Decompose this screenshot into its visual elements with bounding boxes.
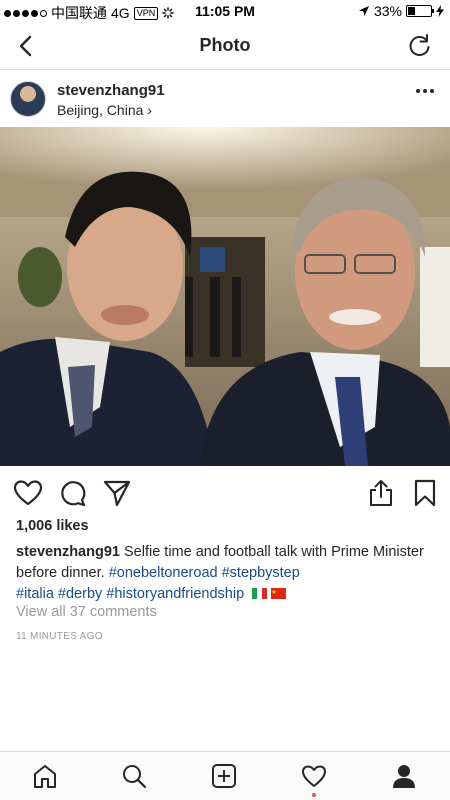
- hashtag[interactable]: #stepbystep: [222, 565, 300, 581]
- caption-username[interactable]: stevenzhang91: [16, 544, 120, 560]
- battery-level: [408, 7, 416, 15]
- hashtag[interactable]: #derby: [58, 586, 102, 602]
- refresh-button[interactable]: [406, 32, 434, 60]
- bookmark-button[interactable]: [410, 478, 440, 508]
- post-username[interactable]: stevenzhang91: [57, 82, 165, 99]
- more-dot: [423, 89, 427, 93]
- comment-button[interactable]: [58, 478, 88, 508]
- profile-tab-icon[interactable]: [391, 763, 417, 789]
- china-flag-icon: [271, 588, 287, 599]
- home-tab-icon[interactable]: [32, 763, 58, 789]
- battery-icon: [406, 5, 434, 17]
- notification-dot: [312, 793, 316, 797]
- post-actions: [0, 470, 450, 516]
- italy-flag-icon: [252, 588, 268, 599]
- upload-share-button[interactable]: [366, 478, 396, 508]
- post-header: stevenzhang91 Beijing, China ›: [0, 71, 450, 127]
- search-tab-icon[interactable]: [121, 763, 147, 789]
- post-caption: stevenzhang91 Selfie time and football t…: [16, 542, 436, 605]
- hashtag[interactable]: #historyandfriendship: [106, 586, 244, 602]
- status-right: 33%: [358, 3, 444, 19]
- more-dot: [416, 89, 420, 93]
- share-direct-button[interactable]: [102, 478, 132, 508]
- post-location[interactable]: Beijing, China ›: [57, 102, 152, 118]
- status-bar: 中国联通 4G VPN 11:05 PM 33%: [0, 0, 450, 22]
- activity-heart-tab-icon[interactable]: [301, 763, 327, 789]
- post-photo[interactable]: [0, 127, 450, 466]
- post-timestamp: 11 MINUTES AGO: [16, 631, 103, 642]
- hashtag[interactable]: #onebeltoneroad: [109, 565, 218, 581]
- bottom-tab-bar: [0, 751, 450, 800]
- charging-bolt-icon: [436, 5, 444, 17]
- navigation-bar: Photo: [0, 22, 450, 70]
- selfie-photo-illustration: [0, 127, 450, 466]
- add-post-tab-icon[interactable]: [211, 763, 237, 789]
- more-dot: [430, 89, 434, 93]
- page-title: Photo: [199, 35, 251, 55]
- likes-count[interactable]: 1,006 likes: [16, 518, 89, 534]
- battery-percent: 33%: [373, 3, 402, 19]
- location-arrow-icon: [358, 6, 369, 16]
- view-all-comments-link[interactable]: View all 37 comments: [16, 604, 157, 620]
- avatar[interactable]: [10, 81, 46, 117]
- hashtag[interactable]: #italia: [16, 586, 54, 602]
- more-options-button[interactable]: [416, 89, 434, 93]
- like-button[interactable]: [13, 478, 43, 508]
